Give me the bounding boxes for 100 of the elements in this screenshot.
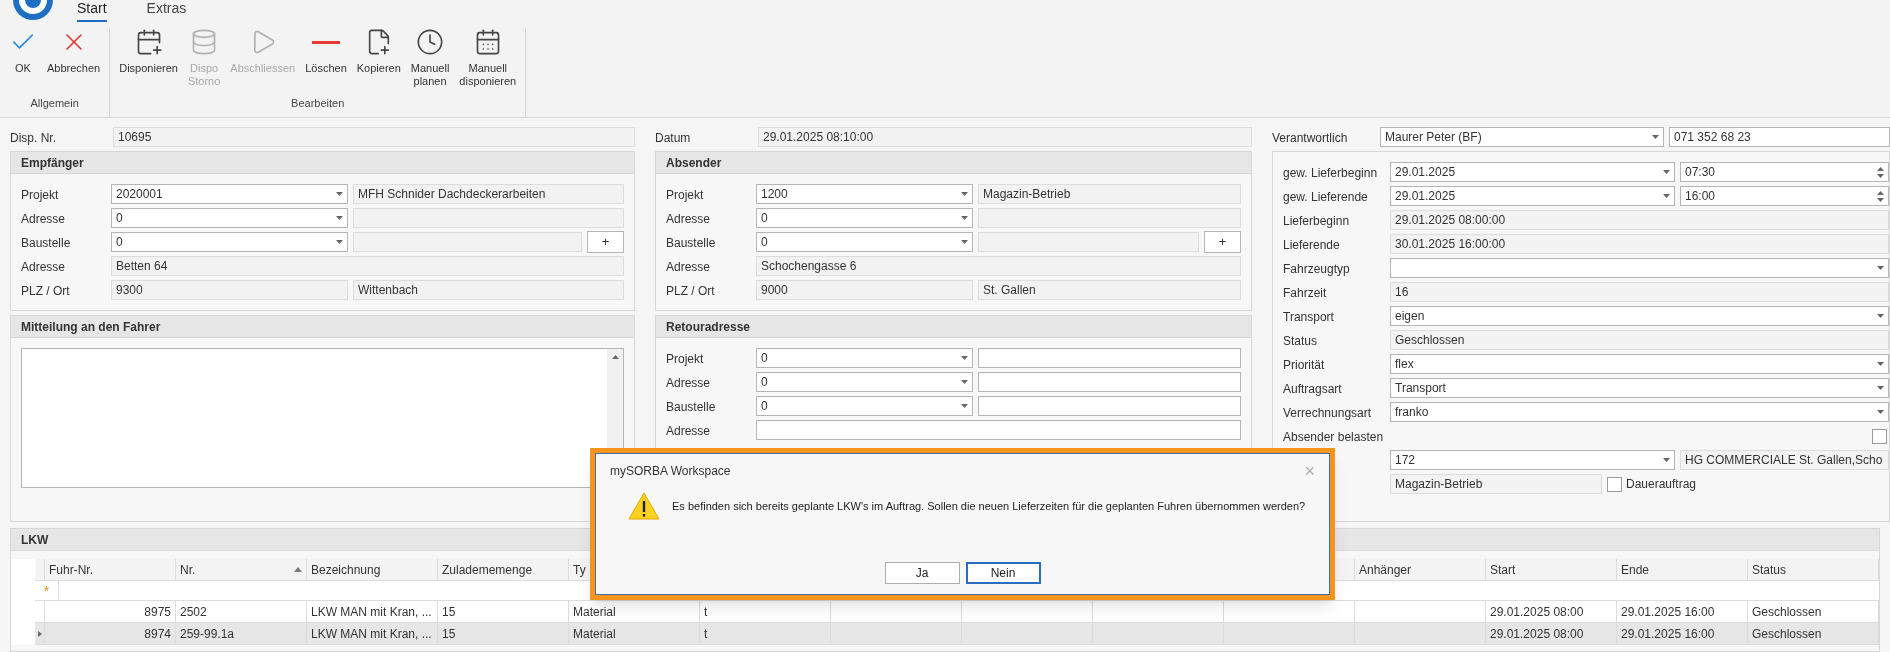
dialog-button[interactable]: Ja	[884, 562, 960, 584]
checkbox[interactable]	[1872, 428, 1887, 444]
dropdown-arrow-icon[interactable]	[961, 404, 968, 408]
table-cell-text: LKW MAN mit Kran, ...	[311, 603, 432, 621]
dropdown-arrow-icon[interactable]	[336, 240, 343, 244]
dropdown-arrow-icon[interactable]	[1663, 170, 1670, 174]
row-indicator-icon	[37, 630, 42, 637]
column-header[interactable]: Start	[1486, 559, 1617, 581]
field-label: Priorität	[1283, 358, 1325, 372]
add-button[interactable]: +	[1204, 231, 1241, 253]
dropdown-field[interactable]: 29.01.2025	[1390, 186, 1675, 206]
ribbon-tab[interactable]: Start	[77, 0, 107, 22]
ribbon-button[interactable]: Disponieren	[116, 28, 181, 95]
dropdown-field[interactable]: 0	[756, 396, 973, 416]
checkbox-label: Dauerauftrag	[1626, 476, 1697, 493]
dropdown-field[interactable]: 0	[111, 232, 348, 252]
ribbon-tab[interactable]: Extras	[146, 0, 187, 22]
spin-up-icon[interactable]	[1877, 190, 1884, 195]
dropdown-arrow-icon[interactable]	[961, 216, 968, 220]
ribbon-button[interactable]: Abbrechen	[44, 28, 104, 95]
column-header[interactable]: Bezeichnung	[307, 559, 438, 581]
dropdown-field[interactable]: flex	[1390, 354, 1889, 374]
field-label: Adresse	[21, 260, 66, 274]
group-label: Bearbeiten	[291, 95, 345, 111]
dropdown-arrow-icon[interactable]	[1877, 362, 1884, 366]
column-header[interactable]: Status	[1748, 559, 1879, 581]
table-row[interactable]: 8974 259-99.1a LKW MAN mit Kran, ... 15 Material t 29.01.2025 08:00 29.01.2025 16:00 Geschlossen	[35, 623, 1879, 645]
dropdown-arrow-icon[interactable]	[1663, 194, 1670, 198]
dropdown-arrow-icon[interactable]	[1877, 410, 1884, 414]
ribbon-button[interactable]: Löschen	[302, 28, 350, 95]
logo-icon[interactable]	[12, 0, 54, 22]
time-field[interactable]: 16:00	[1680, 186, 1889, 206]
dropdown-arrow-icon[interactable]	[1877, 314, 1884, 318]
checkbox[interactable]	[1607, 476, 1622, 492]
dropdown-field[interactable]: Transport	[1390, 378, 1889, 398]
dropdown-field[interactable]: 29.01.2025	[1390, 162, 1675, 182]
dropdown-arrow-icon[interactable]	[336, 216, 343, 220]
dropdown-arrow-icon[interactable]	[961, 240, 968, 244]
panel-title: Absender	[666, 154, 722, 172]
dropdown-arrow-icon[interactable]	[1877, 266, 1884, 270]
field-label: Fahrzeugtyp	[1283, 262, 1350, 276]
dropdown-field[interactable]: 0	[756, 372, 973, 392]
input-field[interactable]	[978, 396, 1241, 416]
readonly-field: 9300	[111, 280, 348, 300]
input-field[interactable]	[756, 420, 1241, 440]
dropdown-arrow-icon[interactable]	[1663, 458, 1670, 462]
ribbon-button[interactable]: OK	[6, 28, 40, 95]
dropdown-field[interactable]: Maurer Peter (BF)	[1380, 127, 1664, 147]
readonly-field: Magazin-Betrieb	[978, 184, 1241, 204]
input-field[interactable]	[978, 348, 1241, 368]
panel-title: LKW	[21, 531, 49, 549]
ribbon-button[interactable]: Manuell planen	[407, 28, 453, 95]
add-button[interactable]: +	[587, 231, 624, 253]
dropdown-field[interactable]	[1390, 258, 1889, 278]
readonly-field: MFH Schnider Dachdeckerarbeiten	[353, 184, 624, 204]
input-field[interactable]	[978, 372, 1241, 392]
spin-up-icon[interactable]	[1877, 166, 1884, 171]
field-label: gew. Lieferende	[1283, 190, 1368, 204]
clock-icon	[416, 28, 445, 56]
dropdown-arrow-icon[interactable]	[1877, 173, 1884, 178]
ribbon-button[interactable]: Manuell disponieren	[456, 28, 520, 95]
dropdown-arrow-icon[interactable]	[961, 356, 968, 360]
dropdown-arrow-icon[interactable]	[336, 192, 343, 196]
time-field[interactable]: 07:30	[1680, 162, 1889, 182]
readonly-field: HG COMMERCIALE St. Gallen,Scho	[1680, 450, 1889, 470]
dropdown-field[interactable]: 0	[756, 208, 973, 228]
dropdown-field[interactable]: 172	[1390, 450, 1675, 470]
table-cell-text: 29.01.2025 16:00	[1621, 603, 1715, 621]
field-label: Verrechnungsart	[1283, 406, 1372, 420]
column-header[interactable]: Fuhr-Nr.	[45, 559, 176, 581]
dropdown-arrow-icon[interactable]	[1877, 386, 1884, 390]
input-field[interactable]: 071 352 68 23	[1669, 127, 1890, 147]
column-header[interactable]: Nr.	[176, 559, 307, 581]
dialog-button[interactable]: Nein	[965, 562, 1041, 584]
readonly-field: Schochengasse 6	[756, 256, 1241, 276]
field-label: Disp. Nr.	[10, 131, 56, 145]
column-header[interactable]: Ende	[1617, 559, 1748, 581]
dropdown-field[interactable]: 1200	[756, 184, 973, 204]
panel-title: Retouradresse	[666, 318, 751, 336]
dropdown-field[interactable]: franko	[1390, 402, 1889, 422]
dropdown-arrow-icon[interactable]	[961, 380, 968, 384]
table-row[interactable]: 8975 2502 LKW MAN mit Kran, ... 15 Material t 29.01.2025 08:00 29.01.2025 16:00 Geschlossen	[35, 601, 1879, 623]
warning-icon	[628, 492, 660, 520]
ribbon-button[interactable]: Kopieren	[353, 28, 404, 95]
readonly-field: 30.01.2025 16:00:00	[1390, 234, 1889, 254]
field-label: Baustelle	[666, 400, 716, 414]
spin-up-icon[interactable]	[611, 355, 619, 359]
dropdown-arrow-icon[interactable]	[961, 192, 968, 196]
dropdown-field[interactable]: 0	[111, 208, 348, 228]
table-cell-text: t	[704, 625, 708, 643]
column-header[interactable]: Zuladememenge	[438, 559, 569, 581]
column-header[interactable]: Anhänger	[1355, 559, 1486, 581]
dropdown-field[interactable]: 0	[756, 232, 973, 252]
dropdown-field[interactable]: eigen	[1390, 306, 1889, 326]
readonly-field: Betten 64	[111, 256, 624, 276]
table-cell-text: Material	[573, 603, 616, 621]
dropdown-field[interactable]: 0	[756, 348, 973, 368]
dropdown-field[interactable]: 2020001	[111, 184, 348, 204]
dropdown-arrow-icon[interactable]	[1877, 197, 1884, 202]
dropdown-arrow-icon[interactable]	[1652, 135, 1659, 139]
